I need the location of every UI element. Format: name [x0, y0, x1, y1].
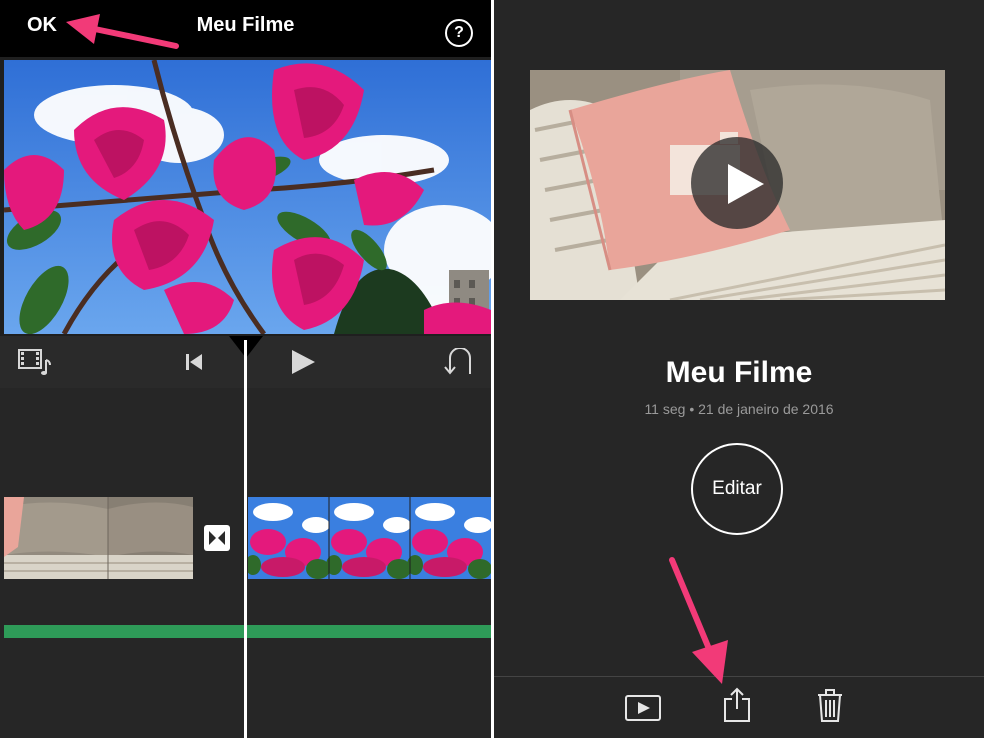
editor-screen: OK Meu Filme ?: [0, 0, 491, 738]
flowers-image: [4, 60, 491, 334]
editor-title: Meu Filme: [196, 14, 295, 36]
project-screen: Meu Filme 11 seg • 21 de janeiro de 2016…: [494, 0, 984, 738]
audio-track[interactable]: [4, 625, 491, 638]
movie-meta: 11 seg • 21 de janeiro de 2016: [644, 401, 834, 417]
trash-icon[interactable]: [816, 689, 844, 728]
clip-sofa[interactable]: [4, 497, 193, 579]
clip-flowers[interactable]: [248, 497, 491, 579]
ok-button[interactable]: OK: [27, 14, 57, 37]
undo-icon[interactable]: [444, 347, 476, 381]
movie-title: Meu Filme: [665, 356, 813, 389]
play-movie-icon[interactable]: [625, 695, 661, 726]
video-preview: [4, 60, 491, 334]
share-icon[interactable]: [722, 687, 752, 728]
project-thumbnail[interactable]: [530, 70, 945, 300]
editor-top-bar: OK Meu Filme ?: [0, 0, 491, 57]
playhead-line: [244, 340, 247, 738]
play-icon[interactable]: [726, 162, 766, 206]
help-button[interactable]: ?: [445, 19, 473, 47]
edit-button[interactable]: Editar: [691, 443, 783, 535]
bottom-toolbar: [494, 676, 984, 738]
transition-icon[interactable]: [204, 525, 230, 551]
skip-to-start-icon[interactable]: [184, 352, 204, 377]
play-icon[interactable]: [290, 349, 316, 380]
film-music-icon[interactable]: [18, 348, 52, 381]
